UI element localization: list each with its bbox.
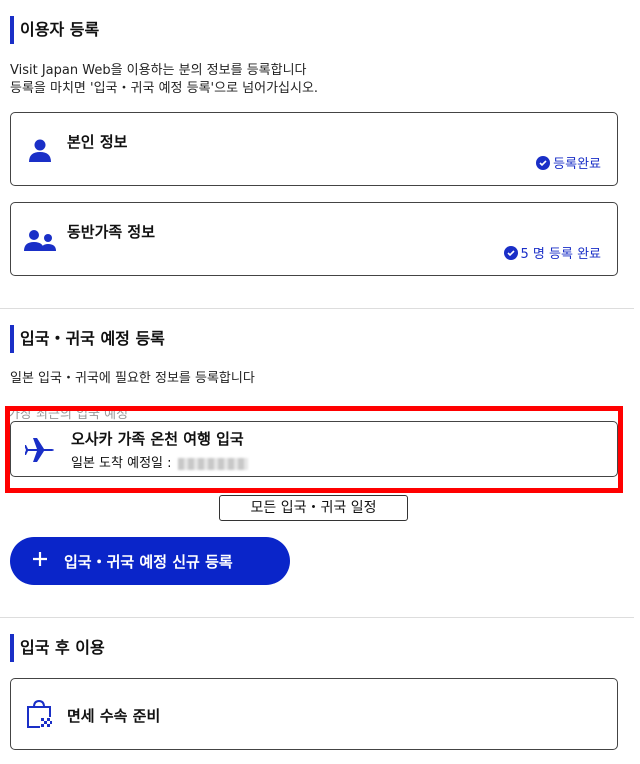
trip-card[interactable]: 오사카 가족 온천 여행 입국 일본 도착 예정일 :	[10, 421, 618, 477]
plus-icon	[32, 551, 48, 571]
person-icon	[27, 137, 53, 167]
entry-registration-heading: 입국・귀국 예정 등록	[10, 325, 165, 353]
trip-title: 오사카 가족 온천 여행 입국	[71, 430, 244, 448]
check-circle-icon	[536, 155, 551, 170]
user-registration-desc-1: Visit Japan Web을 이용하는 분의 정보를 등록합니다	[10, 63, 307, 78]
family-info-status-text: 5 명 등록 완료	[520, 247, 601, 262]
shopping-bag-icon	[25, 699, 55, 735]
user-registration-desc-2: 등록을 마치면 '입국・귀국 예정 등록'으로 넘어가십시오.	[10, 81, 319, 96]
personal-info-card[interactable]: 본인 정보 등록완료	[10, 112, 618, 186]
family-info-title: 동반가족 정보	[67, 223, 156, 241]
redacted-date	[177, 457, 248, 470]
family-info-card[interactable]: 동반가족 정보 5 명 등록 완료	[10, 202, 618, 276]
personal-info-status-text: 등록완료	[553, 157, 601, 172]
family-icon	[23, 227, 57, 257]
section-divider	[0, 617, 634, 618]
personal-info-status: 등록완료	[536, 153, 601, 172]
personal-info-title: 본인 정보	[67, 133, 128, 151]
trip-arrival-label: 일본 도착 예정일 :	[71, 456, 172, 471]
after-entry-heading: 입국 후 이용	[10, 634, 105, 662]
all-trips-button[interactable]: 모든 입국・귀국 일정	[219, 495, 408, 521]
airplane-icon	[24, 434, 57, 470]
trip-arrival: 일본 도착 예정일 :	[71, 452, 248, 471]
duty-free-title: 면세 수속 준비	[67, 707, 161, 725]
duty-free-card[interactable]: 면세 수속 준비	[10, 678, 618, 750]
entry-registration-desc: 일본 입국・귀국에 필요한 정보를 등록합니다	[10, 371, 255, 386]
section-divider	[0, 308, 634, 309]
check-circle-icon	[503, 245, 518, 260]
user-registration-heading: 이용자 등록	[10, 16, 99, 44]
family-info-status: 5 명 등록 완료	[503, 243, 601, 262]
new-entry-button[interactable]: 입국・귀국 예정 신규 등록	[10, 537, 290, 585]
new-entry-label: 입국・귀국 예정 신규 등록	[64, 552, 233, 571]
